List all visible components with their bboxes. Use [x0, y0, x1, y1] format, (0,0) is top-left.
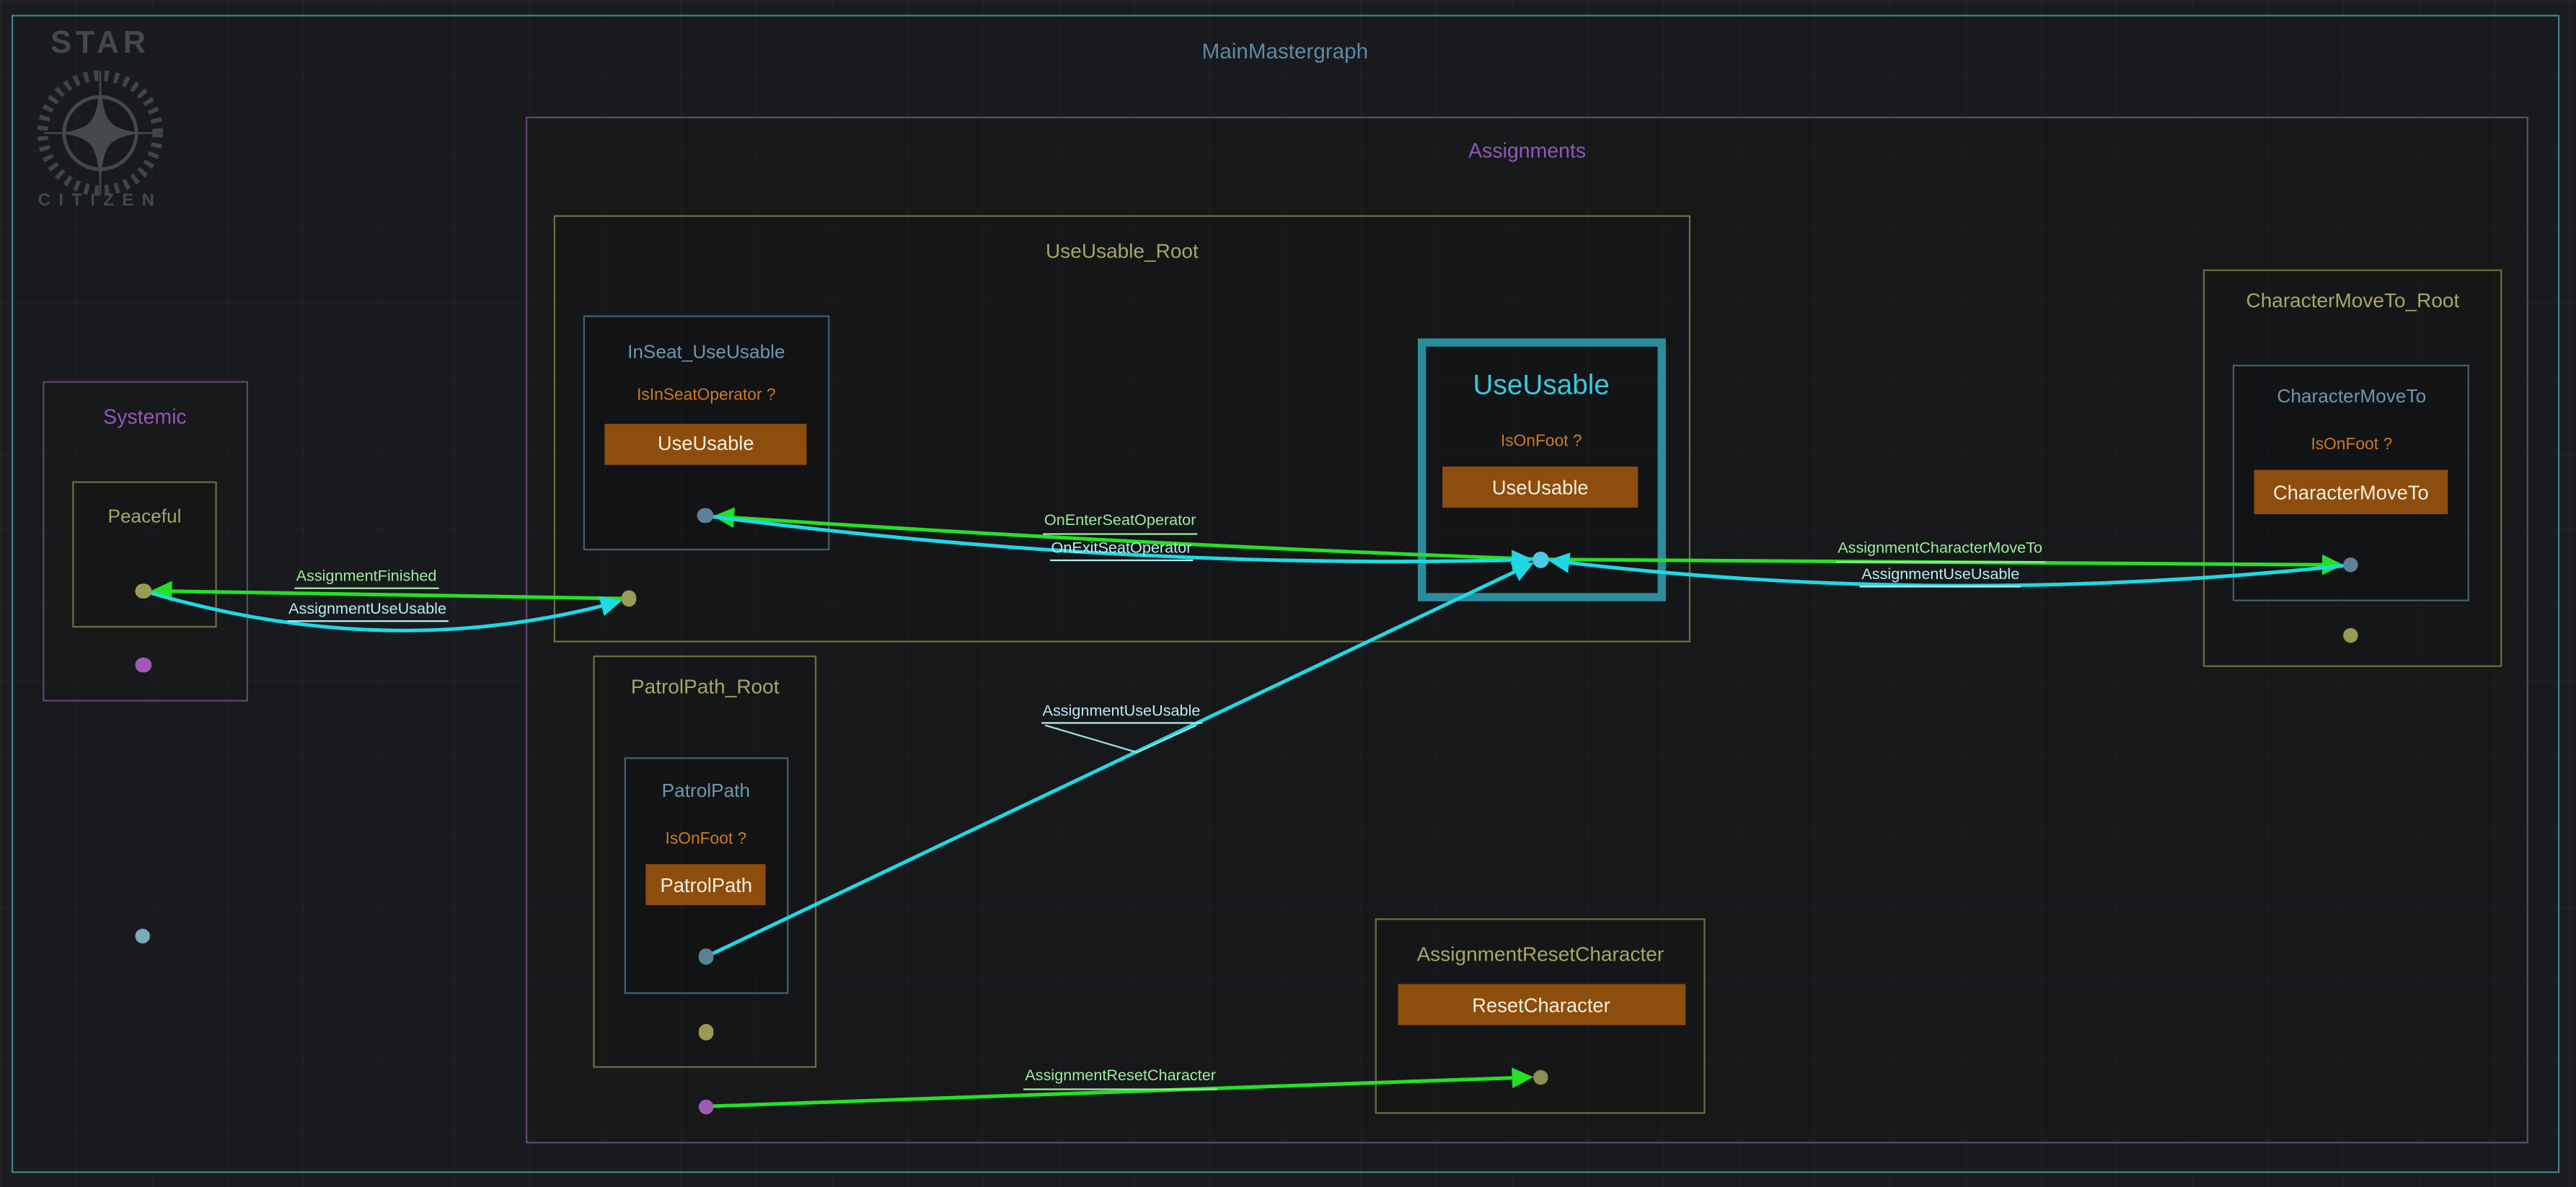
node-patrolpath-task-button[interactable]: PatrolPath	[646, 865, 767, 905]
node-charactermoveto-task-button[interactable]: CharacterMoveTo	[2254, 470, 2448, 514]
logo-star-icon	[59, 81, 141, 186]
node-peaceful[interactable]	[71, 481, 217, 628]
edge-label-assignment-finished[interactable]: AssignmentFinished	[294, 567, 438, 589]
edge-label-on-enter-seat-operator[interactable]: OnEnterSeatOperator	[1043, 512, 1198, 534]
edge-label-assignment-useusable-from-cm[interactable]: AssignmentUseUsable	[1860, 565, 2021, 588]
star-citizen-logo: STAR CITIZEN	[26, 19, 174, 210]
logo-star-text: STAR	[50, 26, 149, 62]
star-citizen-emblem	[30, 63, 171, 204]
node-useusable-task-button[interactable]: UseUsable	[1442, 467, 1638, 508]
node-resetcharacter-task-button[interactable]: ResetCharacter	[1397, 984, 1685, 1026]
edge-label-assignment-useusable-from-patrol[interactable]: AssignmentUseUsable	[1041, 702, 1201, 725]
node-inseat-useusable-task-button[interactable]: UseUsable	[605, 423, 806, 464]
logo-citizen-text: CITIZEN	[38, 190, 163, 210]
graph-canvas[interactable]: MainMastergraph Assignments Systemic Pea…	[0, 0, 2576, 1187]
graph-viewport: MainMastergraph Assignments Systemic Pea…	[0, 0, 2576, 1187]
edge-label-assignment-resetcharacter[interactable]: AssignmentResetCharacter	[1023, 1067, 1217, 1090]
edge-label-assignment-useusable-from-systemic[interactable]: AssignmentUseUsable	[287, 600, 448, 622]
edge-label-on-exit-seat-operator[interactable]: OnExitSeatOperator	[1049, 539, 1193, 562]
edge-label-assignment-charactermoveto[interactable]: AssignmentCharacterMoveTo	[1836, 540, 2044, 562]
